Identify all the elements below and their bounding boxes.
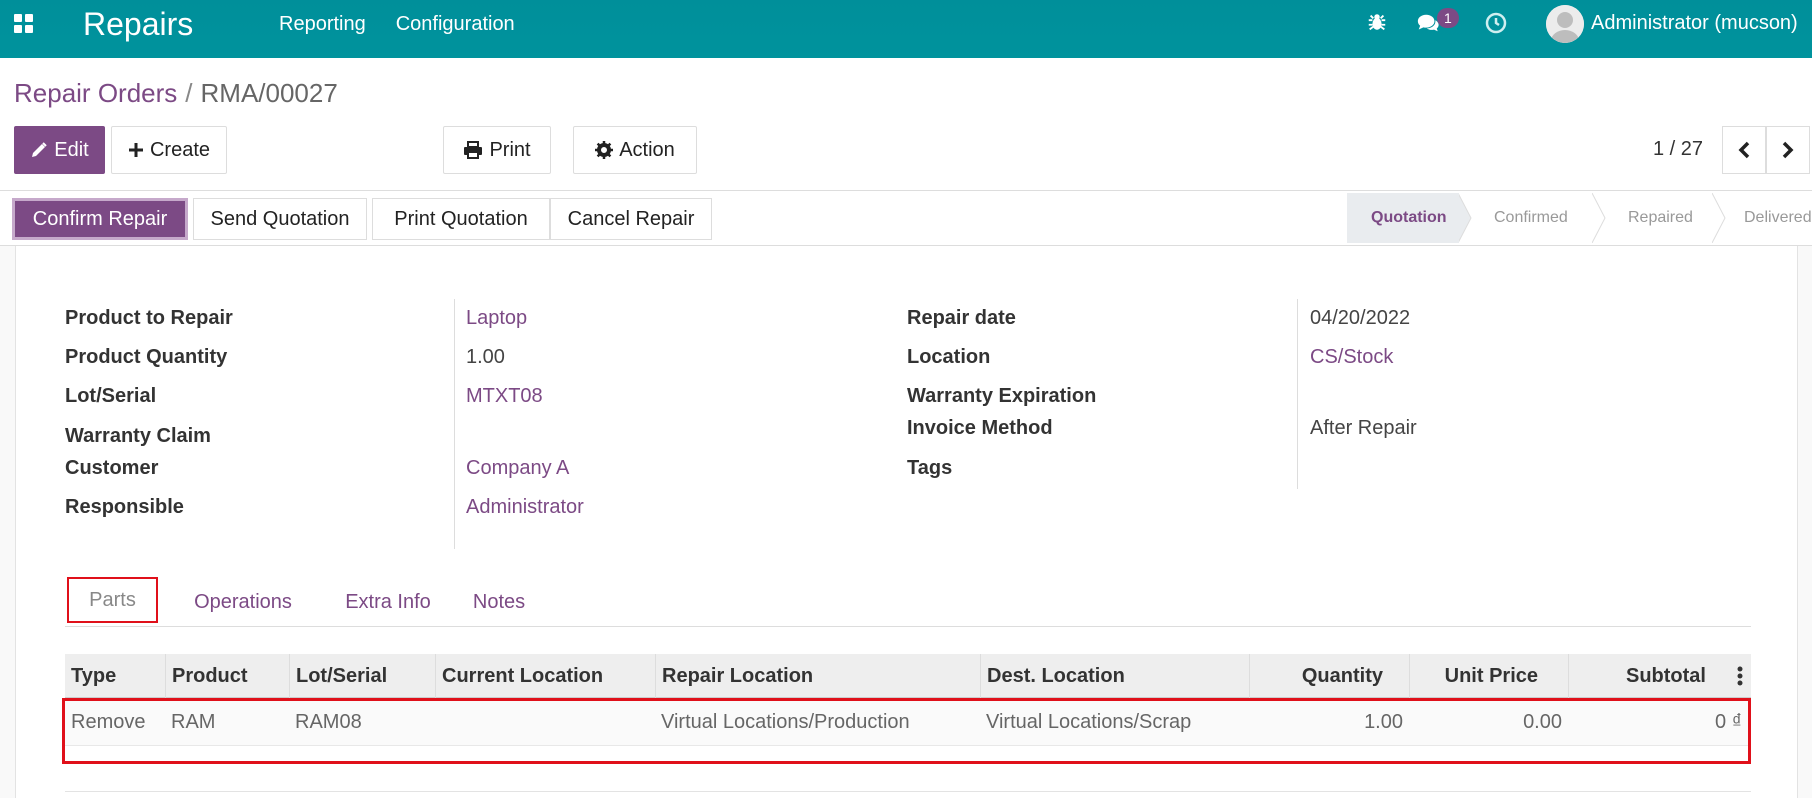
user-menu[interactable]: Administrator (mucson) [1591,12,1798,35]
field-location[interactable]: CS/Stock [1310,346,1393,369]
action-button[interactable]: Action [573,126,697,174]
chevron-left-icon [1738,141,1750,159]
messages-count-badge: 1 [1437,8,1459,28]
clock-icon[interactable] [1484,11,1508,35]
label-location: Location [907,346,991,368]
pager-value[interactable]: 1 / 27 [1653,138,1703,161]
cancel-repair-button[interactable]: Cancel Repair [550,198,712,240]
stage-arrow-separator [1712,193,1726,243]
cell-quantity: 1.00 [1364,710,1403,733]
plus-icon [128,143,143,157]
field-repair-date[interactable]: 04/20/2022 [1310,307,1410,330]
col-quantity[interactable]: Quantity [1249,654,1409,698]
breadcrumb-separator: / [185,78,193,108]
notebook-tabs: Parts Operations Extra Info Notes [65,577,1751,627]
col-type[interactable]: Type [65,654,165,698]
action-label: Action [619,138,675,161]
tab-parts[interactable]: Parts [67,577,158,623]
stage-quotation-label: Quotation [1371,209,1447,226]
field-product-to-repair[interactable]: Laptop [466,307,527,330]
form-sheet: Product to Repair Laptop Product Quantit… [15,246,1798,798]
chevron-right-icon [1782,141,1794,159]
top-navbar: Repairs Reporting Configuration 1 Admini… [0,0,1812,58]
status-bar: Confirm Repair Send Quotation Print Quot… [0,190,1812,246]
cell-lot-serial: RAM08 [295,710,362,733]
col-dest-location[interactable]: Dest. Location [980,654,1249,698]
field-product-quantity[interactable]: 1.00 [466,346,505,369]
left-group-divider [454,299,455,549]
table-row[interactable]: Remove RAM RAM08 Virtual Locations/Produ… [65,698,1751,746]
stage-quotation[interactable]: Quotation [1347,193,1459,243]
cell-unit-price: 0.00 [1523,710,1562,733]
field-invoice-method[interactable]: After Repair [1310,417,1417,440]
cell-product: RAM [171,710,216,733]
print-quotation-button[interactable]: Print Quotation [372,198,550,240]
edit-button[interactable]: Edit [14,126,105,174]
column-options-icon[interactable] [1728,654,1751,698]
create-button[interactable]: Create [111,126,227,174]
bug-icon[interactable] [1365,10,1389,34]
send-quotation-button[interactable]: Send Quotation [193,198,367,240]
pager-next-button[interactable] [1766,126,1810,174]
cell-dest-location: Virtual Locations/Scrap [986,710,1192,733]
app-brand[interactable]: Repairs [83,6,193,43]
label-warranty-expiration: Warranty Expiration [907,385,1097,407]
breadcrumb: Repair Orders / RMA/00027 [14,78,338,109]
col-unit-price[interactable]: Unit Price [1409,654,1568,698]
stage-confirmed-label: Confirmed [1494,209,1568,226]
main-menu: Reporting Configuration [279,13,515,36]
print-label: Print [489,138,531,161]
gear-icon [595,141,614,159]
breadcrumb-repair-orders[interactable]: Repair Orders [14,78,177,108]
apps-menu-icon[interactable] [14,14,36,36]
label-invoice-method: Invoice Method [907,417,1053,439]
table-header: Type Product Lot/Serial Current Location… [65,654,1751,698]
label-repair-date: Repair date [907,307,1016,329]
cell-subtotal: 0 ₫ [1715,710,1742,733]
col-lot-serial[interactable]: Lot/Serial [289,654,435,698]
col-subtotal[interactable]: Subtotal [1568,654,1728,698]
field-customer[interactable]: Company A [466,457,569,480]
control-panel: Repair Orders / RMA/00027 Edit Create Prin… [0,58,1812,190]
create-label: Create [149,138,211,161]
stage-confirmed[interactable]: Confirmed [1472,193,1592,243]
printer-icon [464,141,483,159]
field-lot-serial[interactable]: MTXT08 [466,385,543,408]
label-tags: Tags [907,457,953,479]
label-lot-serial: Lot/Serial [65,385,157,407]
field-responsible[interactable]: Administrator [466,496,584,519]
pager-previous-button[interactable] [1722,126,1766,174]
cell-repair-location: Virtual Locations/Production [661,710,910,733]
user-avatar[interactable] [1546,5,1584,43]
label-product-to-repair: Product to Repair [65,307,233,329]
tab-notes[interactable]: Notes [458,577,540,627]
cell-type: Remove [71,710,146,733]
stage-pipeline: Quotation Confirmed Repaired Delivered [1347,193,1812,243]
print-button[interactable]: Print [443,126,551,174]
label-warranty-claim: Warranty Claim [65,425,211,447]
stage-arrow-separator [1458,193,1472,243]
menu-configuration[interactable]: Configuration [396,13,515,36]
tab-extra-info[interactable]: Extra Info [326,577,450,627]
label-product-quantity: Product Quantity [65,346,228,368]
col-current-location[interactable]: Current Location [435,654,655,698]
stage-arrow-separator [1592,193,1606,243]
col-repair-location[interactable]: Repair Location [655,654,980,698]
confirm-repair-button[interactable]: Confirm Repair [12,198,188,240]
tab-operations[interactable]: Operations [168,577,318,627]
edit-label: Edit [54,138,89,161]
cell-current-location [435,698,655,746]
label-customer: Customer [65,457,159,479]
breadcrumb-current: RMA/00027 [200,78,338,108]
table-footer-divider [65,791,1751,792]
menu-reporting[interactable]: Reporting [279,13,366,36]
right-group-divider [1297,299,1298,489]
col-product[interactable]: Product [165,654,289,698]
stage-repaired[interactable]: Repaired [1606,193,1712,243]
stage-delivered[interactable]: Delivered [1726,193,1812,243]
pencil-icon [32,142,47,157]
stage-delivered-label: Delivered [1744,209,1812,226]
label-responsible: Responsible [65,496,184,518]
stage-repaired-label: Repaired [1628,209,1693,226]
